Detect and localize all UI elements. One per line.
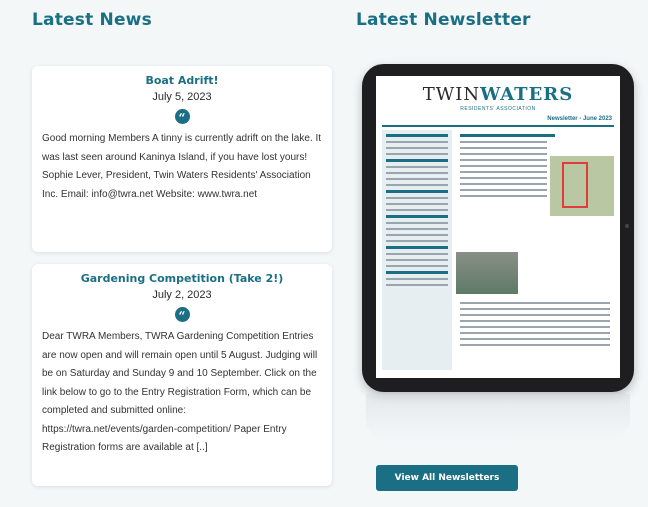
tablet-reflection — [366, 394, 630, 440]
tablet-camera — [625, 224, 629, 228]
newsletter-divider — [382, 125, 614, 127]
quote-icon: “ — [174, 307, 190, 323]
newsletter-brand-word2: WATERS — [480, 84, 574, 105]
newsletter-brand: TWINWATERS — [376, 84, 620, 105]
news-card-excerpt: Good morning Members A tinny is currentl… — [42, 133, 322, 200]
quote-icon: “ — [174, 109, 190, 125]
newsletter-brand-subtitle: RESIDENTS' ASSOCIATION — [460, 106, 536, 112]
newsletter-brand-word1: TWIN — [422, 84, 481, 105]
news-card-title[interactable]: Gardening Competition (Take 2!) — [42, 272, 322, 285]
newsletter-tablet-image[interactable]: TWINWATERS RESIDENTS' ASSOCIATION Newsle… — [362, 64, 634, 392]
latest-news-heading: Latest News — [32, 10, 152, 30]
newsletter-sidebar — [382, 130, 452, 370]
view-all-newsletters-button[interactable]: View All Newsletters — [376, 465, 518, 491]
news-card-excerpt: Dear TWRA Members, TWRA Gardening Compet… — [42, 331, 318, 453]
newsletter-main-column — [456, 130, 614, 370]
latest-newsletter-heading: Latest Newsletter — [356, 10, 531, 30]
news-card-date: July 2, 2023 — [152, 289, 212, 301]
news-card-date: July 5, 2023 — [152, 91, 212, 103]
news-card-boat-adrift: Boat Adrift! July 5, 2023 “ Good morning… — [32, 66, 332, 252]
news-card-title[interactable]: Boat Adrift! — [42, 74, 322, 87]
newsletter-issue: Newsletter - June 2023 — [547, 116, 612, 122]
news-card-gardening-competition: Gardening Competition (Take 2!) July 2, … — [32, 264, 332, 486]
newsletter-map-image — [550, 156, 614, 216]
newsletter-photo-image — [456, 252, 518, 294]
newsletter-cover: TWINWATERS RESIDENTS' ASSOCIATION Newsle… — [376, 76, 620, 378]
